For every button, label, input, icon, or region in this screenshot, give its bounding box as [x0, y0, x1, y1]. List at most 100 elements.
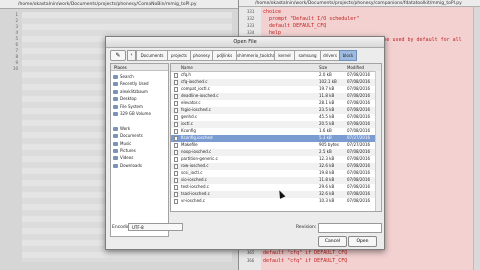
file-icon: [174, 73, 178, 78]
place-item[interactable]: Pictures: [113, 148, 136, 154]
line-number: 331: [247, 9, 255, 14]
type-location-button[interactable]: ✎: [110, 50, 126, 61]
line-number: 332: [247, 16, 255, 22]
file-list-header: Name Size Modified: [171, 64, 381, 72]
place-item[interactable]: Videos: [113, 155, 133, 161]
file-modified: 07/08/2016: [347, 170, 371, 175]
place-icon: [113, 156, 118, 161]
column-size[interactable]: Size: [319, 64, 327, 71]
file-name: tsad-iosched.c: [181, 191, 210, 196]
file-row[interactable]: elevator.c 28.1 kB 07/08/2016: [171, 100, 381, 107]
file-icon: [174, 80, 178, 85]
file-icon: [174, 192, 178, 197]
file-name: genhd.c: [181, 114, 198, 119]
file-icon: [174, 143, 178, 148]
file-size: 2.5 kB: [319, 149, 332, 154]
file-row[interactable]: vr-iosched.c 10.3 kB 07/08/2016: [171, 198, 381, 205]
file-row[interactable]: fsgio-iosched.c 23.5 kB 07/08/2016: [171, 107, 381, 114]
file-modified: 07/08/2016: [347, 100, 371, 105]
place-item[interactable]: Recently Used: [113, 81, 149, 87]
file-row[interactable]: scsi_ioctl.c 19.8 kB 07/08/2016: [171, 170, 381, 177]
place-item[interactable]: Downloads: [113, 163, 142, 169]
file-row[interactable]: test-iosched.c 29.6 kB 07/08/2016: [171, 184, 381, 191]
file-name: noop-iosched.c: [181, 149, 212, 154]
file-icon: [174, 122, 178, 127]
dialog-title: Open File: [106, 37, 384, 48]
file-name: ioctl.c: [181, 121, 193, 126]
file-modified: 07/27/2016: [347, 135, 371, 140]
file-row[interactable]: cfq.h 2.0 kB 07/08/2016: [171, 72, 381, 79]
file-name: partition-generic.c: [181, 156, 218, 161]
code-line: prompt "Default I/O scheduler": [263, 16, 360, 23]
place-item[interactable]: Work: [113, 126, 130, 132]
line-number: 10: [12, 66, 18, 71]
file-size: 12.3 kB: [319, 156, 335, 161]
file-row[interactable]: row-iosched.c 32.6 kB 07/08/2016: [171, 163, 381, 170]
place-item[interactable]: File System: [113, 104, 143, 110]
place-item[interactable]: Desktop: [113, 96, 137, 102]
file-modified: 07/08/2016: [347, 72, 371, 77]
place-icon: [113, 89, 118, 94]
breadcrumb-button[interactable]: phonesy: [190, 50, 213, 61]
file-row[interactable]: Kconfig 1.6 kB 07/08/2016: [171, 128, 381, 135]
file-row[interactable]: ioctl.c 20.5 kB 07/08/2016: [171, 121, 381, 128]
breadcrumb-button[interactable]: projects: [167, 50, 191, 61]
breadcrumb-button[interactable]: block: [339, 50, 357, 61]
file-icon: [174, 94, 178, 99]
file-icon: [174, 108, 178, 113]
place-item[interactable]: 329 GB Volume: [113, 111, 151, 117]
place-label: File System: [120, 103, 143, 109]
file-modified: 07/08/2016: [347, 93, 371, 98]
place-icon: [113, 149, 118, 153]
breadcrumb-button[interactable]: drivers: [320, 50, 340, 61]
open-button[interactable]: Open: [348, 236, 377, 247]
file-list-scrollbar[interactable]: [375, 71, 381, 211]
file-name: Makefile: [181, 142, 198, 147]
place-item[interactable]: Music: [113, 141, 131, 147]
file-row[interactable]: Makefile 905 bytes 07/27/2016: [171, 142, 381, 149]
place-label: Downloads: [120, 162, 142, 168]
place-icon: [113, 141, 118, 146]
place-icon: [113, 112, 118, 116]
file-row[interactable]: genhd.c 45.5 kB 07/08/2016: [171, 114, 381, 121]
file-modified: 07/08/2016: [347, 156, 371, 161]
cancel-button[interactable]: Cancel: [318, 236, 347, 247]
file-icon: [174, 164, 178, 169]
file-size: 19.8 kB: [319, 170, 335, 175]
place-item[interactable]: Search: [113, 74, 134, 80]
file-row[interactable]: Kconfig.iosched 5.3 kB 07/27/2016: [171, 135, 381, 142]
right-file-path: /home/okastalnin/work/Documents/projects…: [239, 0, 480, 7]
file-row[interactable]: partition-generic.c 12.3 kB 07/08/2016: [171, 156, 381, 163]
file-name: compat_ioctl.c: [181, 86, 211, 91]
file-size: 1.6 kB: [319, 128, 332, 133]
breadcrumb-button[interactable]: Documents: [136, 50, 168, 61]
encoding-select[interactable]: UTF-8: [128, 223, 183, 231]
left-line-numbers: 1 2 3 4 5 6 7 8 9 10: [4, 12, 18, 72]
file-row[interactable]: cfq-iosched.c 102.1 kB 07/08/2016: [171, 79, 381, 86]
file-size: 102.1 kB: [319, 79, 337, 84]
column-name[interactable]: Name: [181, 64, 193, 71]
place-item[interactable]: alexklitzbaum: [113, 89, 148, 95]
right-scrollbar[interactable]: [473, 7, 480, 270]
file-row[interactable]: sio-iosched.c 11.8 kB 07/08/2016: [171, 177, 381, 184]
file-row[interactable]: compat_ioctl.c 19.7 kB 07/08/2016: [171, 86, 381, 93]
line-number: 365: [247, 250, 255, 256]
file-row[interactable]: deadline-iosched.c 11.8 kB 07/08/2016: [171, 93, 381, 100]
path-back-button[interactable]: ‹: [127, 50, 136, 61]
file-icon: [174, 199, 178, 204]
place-label: 329 GB Volume: [120, 111, 151, 116]
breadcrumb-button[interactable]: pdjlinks: [212, 50, 237, 61]
file-size: 23.5 kB: [319, 107, 335, 112]
file-modified: 07/08/2016: [347, 128, 371, 133]
file-size: 10.3 kB: [319, 198, 335, 203]
column-modified[interactable]: Modified: [347, 64, 364, 71]
breadcrumb-button[interactable]: samsung: [294, 50, 321, 61]
breadcrumb-button[interactable]: kernel: [274, 50, 295, 61]
place-icon: [113, 82, 118, 87]
breadcrumb-button[interactable]: shimmerio_toolchain: [236, 50, 275, 61]
file-size: 11.8 kB: [319, 93, 335, 98]
file-name: row-iosched.c: [181, 163, 209, 168]
file-row[interactable]: noop-iosched.c 2.5 kB 07/08/2016: [171, 149, 381, 156]
revision-input[interactable]: [318, 223, 382, 233]
place-item[interactable]: Documents: [113, 133, 143, 139]
